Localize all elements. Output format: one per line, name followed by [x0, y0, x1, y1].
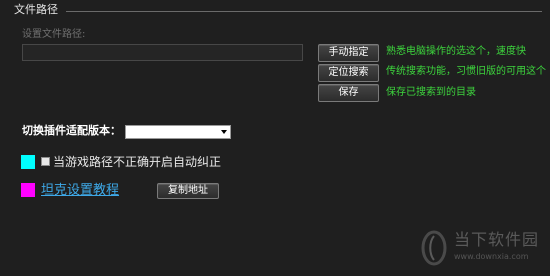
watermark-text: 当下软件园 [454, 230, 540, 249]
color-swatch-cyan[interactable] [21, 155, 35, 169]
manual-hint: 熟悉电脑操作的选这个，速度快 [386, 46, 526, 57]
auto-fix-label: 当游戏路径不正确开启自动纠正 [53, 155, 222, 169]
save-button[interactable]: 保存 [318, 84, 379, 102]
color-swatch-magenta[interactable] [21, 183, 35, 197]
version-selected-value [126, 133, 128, 144]
chevron-down-icon [221, 130, 227, 134]
section-divider [66, 11, 542, 12]
auto-fix-checkbox[interactable] [41, 157, 50, 166]
version-select[interactable] [125, 125, 231, 139]
manual-specify-button[interactable]: 手动指定 [318, 44, 379, 62]
version-label: 切换插件适配版本： [22, 124, 121, 137]
watermark: 当下软件园 www.downxia.com [420, 228, 542, 268]
save-hint: 保存已搜索到的目录 [386, 87, 476, 98]
locate-search-button[interactable]: 定位搜索 [318, 64, 379, 82]
path-label: 设置文件路径: [22, 29, 86, 40]
tutorial-link[interactable]: 坦克设置教程 [41, 183, 119, 199]
locate-hint: 传统搜索功能，习惯旧版的可用这个 [386, 66, 546, 77]
copy-address-button[interactable]: 复制地址 [157, 183, 219, 199]
watermark-logo-icon [421, 230, 447, 266]
path-input[interactable] [22, 44, 303, 61]
section-title-file-path: 文件路径 [14, 3, 58, 16]
watermark-url: www.downxia.com [454, 252, 529, 261]
